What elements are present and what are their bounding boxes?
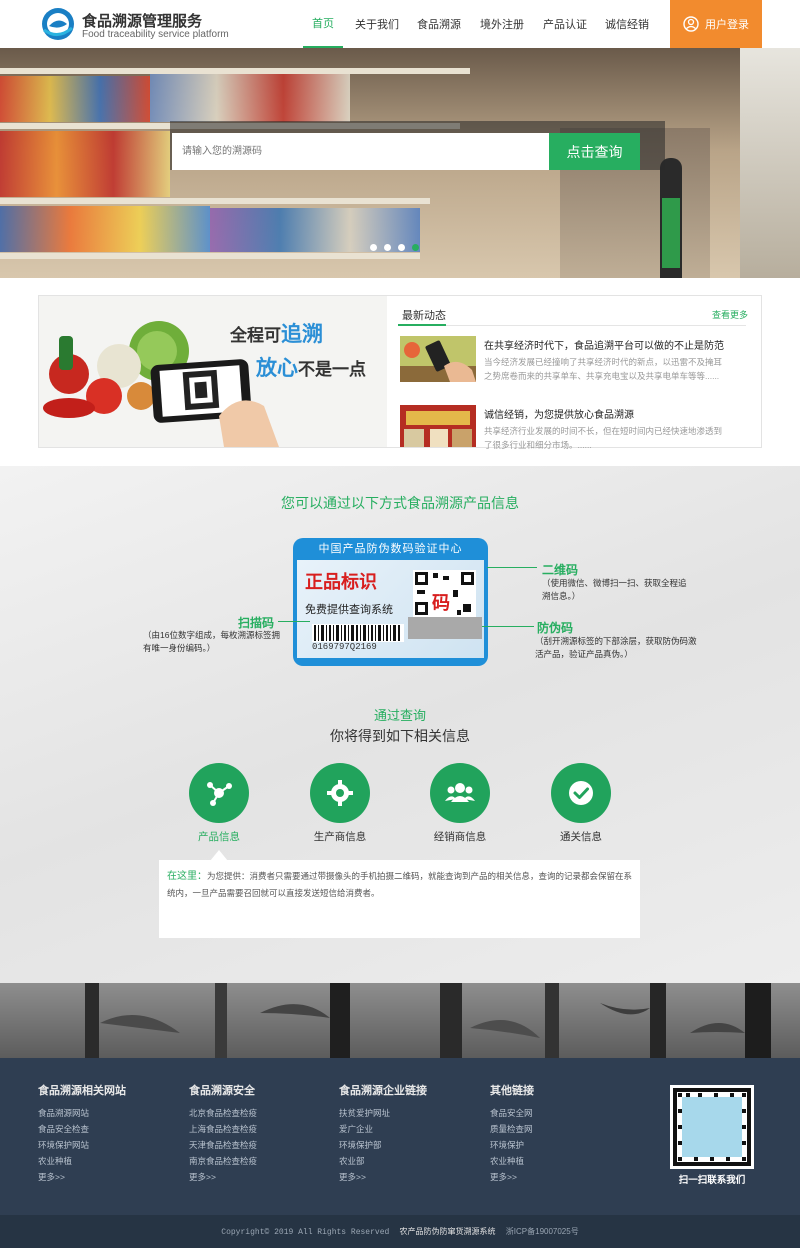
footer-col-4-link-4[interactable]: 农业种植 <box>490 1155 524 1167</box>
anti-callout-desc: （刮开溯源标签的下部涂层，获取防伪码激活产品，验证产品真伪。） <box>535 636 697 659</box>
news-summary-1: 当今经济发展已经撞响了共享经济时代的新点，以迅雷不及掩耳之势席卷而来的共享单车、… <box>484 357 723 381</box>
distributor-info-button[interactable] <box>430 763 490 823</box>
note-key: 在这里： <box>167 871 207 882</box>
label-scratch-coating <box>408 617 482 639</box>
methods-title: 您可以通过以下方式食品溯源产品信息 <box>281 495 519 511</box>
qr-callout-line <box>487 567 537 568</box>
footer-col-3-link-4[interactable]: 农业部 <box>339 1155 365 1167</box>
label-barcode-icon <box>312 624 404 642</box>
footer-col-2-link-3[interactable]: 天津食品检查检疫 <box>189 1139 257 1151</box>
search-button[interactable]: 点击查询 <box>549 133 640 170</box>
brand-subtitle: Food traceability service platform <box>82 29 229 40</box>
footer-col-3-heading: 食品溯源企业链接 <box>339 1085 427 1097</box>
nav-product-certification[interactable]: 产品认证 <box>540 0 590 48</box>
news-heading: 最新动态 <box>402 310 446 322</box>
footer-col-2-link-4[interactable]: 南京食品检查检疫 <box>189 1155 257 1167</box>
footer-col-4-link-3[interactable]: 环境保护 <box>490 1139 524 1151</box>
footer-col-1-more[interactable]: 更多>> <box>38 1171 65 1183</box>
customs-info-label[interactable]: 通关信息 <box>521 829 641 844</box>
manufacturer-info-label[interactable]: 生产商信息 <box>280 829 400 844</box>
news-thumbnail-2[interactable] <box>400 405 476 447</box>
footer-col-3-link-2[interactable]: 爱广企业 <box>339 1123 373 1135</box>
qr-code-icon <box>670 1085 754 1169</box>
bamboo-photo-band <box>0 983 800 1058</box>
manufacturer-info-button[interactable] <box>310 763 370 823</box>
nav-home[interactable]: 首页 <box>303 0 343 48</box>
bamboo-illustration <box>85 983 771 1058</box>
anti-callout-line <box>482 626 534 627</box>
footer-col-4-link-1[interactable]: 食品安全网 <box>490 1107 533 1119</box>
news-summary-2: 共享经济行业发展的时间不长，但在短时间内已经快速地渗透到了很多行业和细分市场。.… <box>484 426 723 450</box>
footer-col-4-link-2[interactable]: 质量检查网 <box>490 1123 533 1135</box>
note-text: 在这里：为您提供：消费者只需要通过带摄像头的手机拍摄二维码，就能查询到产品的相关… <box>167 868 633 902</box>
news-divider-accent <box>398 324 446 326</box>
login-label: 用户登录 <box>705 19 749 31</box>
brand-title: 食品溯源管理服务 <box>82 13 203 30</box>
footer-col-1-heading: 食品溯源相关网站 <box>38 1085 126 1097</box>
nav-overseas-registration[interactable]: 境外注册 <box>477 0 527 48</box>
results-subtitle: 你将得到如下相关信息 <box>330 728 470 744</box>
user-icon <box>683 16 699 32</box>
nav-about[interactable]: 关于我们 <box>352 0 402 48</box>
footer-col-1-link-1[interactable]: 食品溯源网站 <box>38 1107 89 1119</box>
qr-callout-desc: （使用微信、微博扫一扫、获取全程追溯信息。） <box>542 578 687 601</box>
label-serial-number: 0169797Q2169 <box>312 642 377 652</box>
copyright-line: Copyright© 2019 All Rights Reserved 农产品防… <box>0 1226 800 1237</box>
customs-info-button[interactable] <box>551 763 611 823</box>
check-icon <box>569 781 593 805</box>
footer-col-3-link-1[interactable]: 扶贫爱护网址 <box>339 1107 390 1119</box>
promo-line-1: 全程可追溯 <box>230 323 323 346</box>
news-divider <box>398 325 746 326</box>
system-name-link[interactable]: 农产品防伪防窜货溯源系统 <box>400 1227 496 1236</box>
news-title-2[interactable]: 诚信经销，为您提供放心食品溯源 <box>484 406 634 421</box>
news-thumbnail-1[interactable] <box>400 336 476 382</box>
promo-line-2: 放心不是一点 <box>256 357 366 380</box>
slide-dot-1[interactable] <box>370 244 377 251</box>
footer-col-2-link-1[interactable]: 北京食品检查检疫 <box>189 1107 257 1119</box>
anti-callout-title: 防伪码 <box>537 621 574 635</box>
footer-col-3-more[interactable]: 更多>> <box>339 1171 366 1183</box>
footer-col-4-more[interactable]: 更多>> <box>490 1171 517 1183</box>
nav-traceability[interactable]: 食品溯源 <box>414 0 464 48</box>
note-body: 为您提供：消费者只需要通过带摄像头的手机拍摄二维码，就能查询到产品的相关信息，查… <box>167 871 633 898</box>
slide-dot-2[interactable] <box>384 244 391 251</box>
news-title-1[interactable]: 在共享经济时代下，食品追溯平台可以做的不止是防范 <box>484 337 724 352</box>
footer-col-1-link-2[interactable]: 食品安全检查 <box>38 1123 89 1135</box>
footer-col-2-heading: 食品溯源安全 <box>189 1085 255 1097</box>
footer-col-2-link-2[interactable]: 上海食品检查检疫 <box>189 1123 257 1135</box>
product-info-button[interactable] <box>189 763 249 823</box>
label-genuine-text: 正品标识 <box>305 572 377 592</box>
label-code-char: 码 <box>432 593 450 613</box>
slide-dot-4-active[interactable] <box>412 244 419 251</box>
scan-callout-line <box>278 621 310 622</box>
footer-col-2-more[interactable]: 更多>> <box>189 1171 216 1183</box>
globe-logo-icon[interactable] <box>40 6 76 42</box>
trace-code-input[interactable] <box>172 133 549 170</box>
news-more-link[interactable]: 查看更多 <box>712 308 748 321</box>
scan-callout-desc: （由16位数字组成，每枚溯源标签拥有唯一身份编码。） <box>143 630 280 653</box>
footer-qr-code <box>670 1085 754 1169</box>
qr-callout-title: 二维码 <box>542 563 579 577</box>
footer-col-1-link-4[interactable]: 农业种植 <box>38 1155 72 1167</box>
product-info-label[interactable]: 产品信息 <box>159 829 279 844</box>
molecule-icon <box>207 782 232 806</box>
qr-caption: 扫一扫联系我们 <box>678 1175 746 1186</box>
copyright-text: Copyright© 2019 All Rights Reserved <box>221 1228 390 1237</box>
icp-number[interactable]: 浙ICP备19007025号 <box>506 1227 579 1236</box>
label-free-query-text: 免费提供查询系统 <box>305 604 393 616</box>
results-title: 通过查询 <box>373 708 426 723</box>
footer-col-4-heading: 其他链接 <box>490 1085 534 1097</box>
label-header: 中国产品防伪数码验证中心 <box>318 543 463 555</box>
gear-icon <box>327 780 353 806</box>
distributor-info-label[interactable]: 经销商信息 <box>400 829 520 844</box>
users-icon <box>445 783 475 802</box>
nav-honest-distribution[interactable]: 诚信经销 <box>602 0 652 48</box>
slide-dot-3[interactable] <box>398 244 405 251</box>
login-button[interactable]: 用户登录 <box>670 0 762 48</box>
footer-col-3-link-3[interactable]: 环境保护部 <box>339 1139 382 1151</box>
footer-col-1-link-3[interactable]: 环境保护网站 <box>38 1139 89 1151</box>
